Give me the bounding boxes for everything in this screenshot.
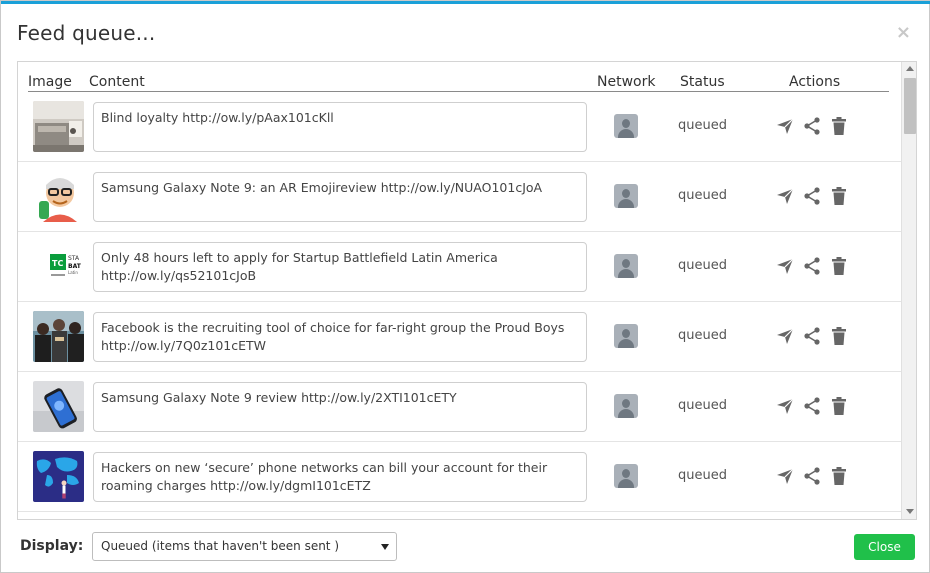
display-filter-value: Queued (items that haven't been sent ): [101, 539, 340, 553]
send-icon[interactable]: [775, 256, 795, 276]
content-text[interactable]: Samsung Galaxy Note 9 review http://ow.l…: [93, 382, 587, 432]
share-icon[interactable]: [802, 186, 822, 206]
trash-icon[interactable]: [829, 466, 849, 486]
status-text: queued: [678, 188, 727, 203]
share-icon[interactable]: [802, 116, 822, 136]
content-text[interactable]: Hackers on new ‘secure’ phone networks c…: [93, 452, 587, 502]
table-row: TC STA BAT Latin Only 48 hours left to a…: [18, 232, 902, 302]
user-avatar-icon: [614, 394, 638, 418]
table-row: Samsung Galaxy Note 9 review http://ow.l…: [18, 372, 902, 442]
trash-icon[interactable]: [829, 116, 849, 136]
send-icon[interactable]: [775, 326, 795, 346]
feed-queue-dialog: Feed queue... × Image Content Network St…: [0, 0, 930, 573]
scroll-up-arrow-icon[interactable]: [906, 66, 914, 71]
trash-icon[interactable]: [829, 326, 849, 346]
table-header: Image Content Network Status Actions: [18, 62, 890, 92]
share-icon[interactable]: [802, 396, 822, 416]
send-icon[interactable]: [775, 466, 795, 486]
header-content: Content: [89, 74, 145, 90]
user-avatar-icon: [614, 464, 638, 488]
header-network: Network: [597, 74, 656, 90]
svg-text:STA: STA: [68, 255, 80, 262]
send-icon[interactable]: [775, 116, 795, 136]
scrollbar-thumb[interactable]: [904, 78, 916, 134]
svg-text:TC: TC: [52, 259, 63, 268]
table-row: Samsung Galaxy Note 9: an AR Emojireview…: [18, 162, 902, 232]
share-icon[interactable]: [802, 256, 822, 276]
close-button[interactable]: Close: [854, 534, 915, 560]
header-actions: Actions: [789, 74, 841, 90]
user-avatar-icon: [614, 254, 638, 278]
send-icon[interactable]: [775, 396, 795, 416]
thumbnail-image: [33, 451, 84, 502]
trash-icon[interactable]: [829, 256, 849, 276]
table-row: Hackers on new ‘secure’ phone networks c…: [18, 442, 902, 512]
status-text: queued: [678, 398, 727, 413]
table-row-partial: [18, 512, 902, 519]
thumbnail-image: [33, 381, 84, 432]
content-text[interactable]: Only 48 hours left to apply for Startup …: [93, 242, 587, 292]
thumbnail-image: TC STA BAT Latin: [33, 241, 84, 292]
status-text: queued: [678, 258, 727, 273]
close-icon[interactable]: ×: [896, 24, 911, 42]
svg-text:Latin: Latin: [68, 270, 78, 275]
svg-text:BAT: BAT: [68, 263, 82, 270]
header-image: Image: [28, 74, 72, 90]
trash-icon[interactable]: [829, 186, 849, 206]
header-status: Status: [680, 74, 725, 90]
content-text[interactable]: Samsung Galaxy Note 9: an AR Emojireview…: [93, 172, 587, 222]
user-avatar-icon: [614, 324, 638, 348]
queue-table-panel: Image Content Network Status Actions Bli…: [17, 61, 917, 520]
display-label: Display:: [20, 538, 84, 554]
thumbnail-image: [33, 171, 84, 222]
thumbnail-image: [33, 311, 84, 362]
status-text: queued: [678, 468, 727, 483]
trash-icon[interactable]: [829, 396, 849, 416]
table-body: Blind loyalty http://ow.ly/pAax101cKll q…: [18, 92, 902, 519]
share-icon[interactable]: [802, 326, 822, 346]
display-filter-select[interactable]: Queued (items that haven't been sent ): [92, 532, 397, 561]
content-text[interactable]: Facebook is the recruiting tool of choic…: [93, 312, 587, 362]
send-icon[interactable]: [775, 186, 795, 206]
user-avatar-icon: [614, 114, 638, 138]
status-text: queued: [678, 328, 727, 343]
dialog-accent-bar: [1, 1, 930, 4]
share-icon[interactable]: [802, 466, 822, 486]
user-avatar-icon: [614, 184, 638, 208]
content-text[interactable]: Blind loyalty http://ow.ly/pAax101cKll: [93, 102, 587, 152]
chevron-down-icon: [381, 544, 389, 550]
status-text: queued: [678, 118, 727, 133]
vertical-scrollbar[interactable]: [901, 62, 916, 519]
dialog-title: Feed queue...: [17, 21, 156, 45]
thumbnail-image: [33, 101, 84, 152]
table-row: Blind loyalty http://ow.ly/pAax101cKll q…: [18, 92, 902, 162]
table-row: Facebook is the recruiting tool of choic…: [18, 302, 902, 372]
scroll-down-arrow-icon[interactable]: [906, 509, 914, 514]
